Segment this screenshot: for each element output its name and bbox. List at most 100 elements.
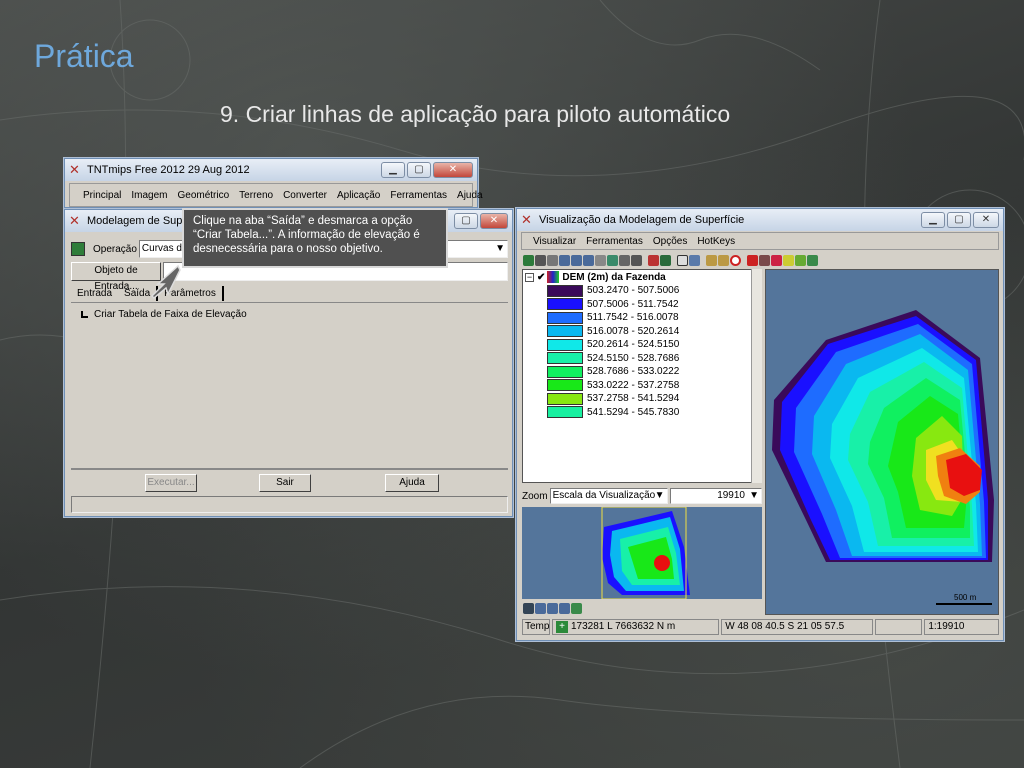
elevation-table-label: Criar Tabela de Faixa de Elevação: [94, 309, 247, 320]
action-bar: Executar... Sair Ajuda: [71, 468, 508, 496]
edit-icon[interactable]: [795, 254, 806, 266]
legend-item: 516.0078 - 520.2614: [547, 325, 761, 339]
image-icon[interactable]: [807, 254, 818, 266]
zoom-box-icon[interactable]: [583, 254, 594, 266]
legend-range-label: 520.2614 - 524.5150: [587, 339, 680, 351]
maximize-button[interactable]: ▢: [407, 162, 431, 178]
grid-icon[interactable]: [595, 254, 606, 266]
zoom-value: 19910: [717, 490, 745, 501]
pointer-icon[interactable]: [771, 254, 782, 266]
legend-swatch[interactable]: [547, 392, 583, 405]
status-mode[interactable]: Temp: [522, 619, 550, 635]
legend-scrollbar[interactable]: [751, 269, 762, 483]
view-app-icon: ✕: [521, 212, 532, 227]
forward-icon[interactable]: [718, 254, 729, 266]
map-view[interactable]: 500 m: [765, 269, 999, 615]
menu-aplicacao[interactable]: Aplicação: [332, 190, 385, 201]
view-minimize-button[interactable]: ▁: [921, 212, 945, 228]
close-button[interactable]: ✕: [433, 162, 473, 178]
tools-icon[interactable]: [619, 254, 630, 266]
legend-swatch[interactable]: [547, 365, 583, 378]
stop-icon[interactable]: [747, 254, 758, 266]
operation-select-value: Curvas d: [141, 243, 182, 254]
view-menu-hotkeys[interactable]: HotKeys: [692, 236, 740, 247]
cancel-icon[interactable]: [730, 254, 741, 266]
locator-toolbar: [523, 601, 583, 615]
view-menu-opcoes[interactable]: Opções: [648, 236, 692, 247]
legend-swatch[interactable]: [547, 311, 583, 324]
magnify-icon[interactable]: [759, 254, 770, 266]
legend-toggle-icon[interactable]: [677, 254, 688, 266]
back-icon[interactable]: [706, 254, 717, 266]
operation-icon: [71, 242, 85, 256]
pencil-icon[interactable]: [783, 254, 794, 266]
zoom-mode-chevron-icon: ▼: [654, 490, 665, 501]
layers-icon[interactable]: [607, 254, 618, 266]
legend-swatch[interactable]: [547, 298, 583, 311]
layer-row[interactable]: − ✔ DEM (2m) da Fazenda: [523, 270, 761, 284]
measure-icon[interactable]: [689, 254, 700, 266]
locator-zoom-icon[interactable]: [535, 602, 546, 614]
operation-label: Operação: [93, 243, 137, 255]
view-maximize-button[interactable]: ▢: [947, 212, 971, 228]
menu-geometrico[interactable]: Geométrico: [172, 190, 234, 201]
legend-swatch[interactable]: [547, 325, 583, 338]
zoom-row: Zoom Escala da Visualização ▼ 19910 ▼: [522, 487, 762, 505]
zoom-out-icon[interactable]: [571, 254, 582, 266]
execute-button[interactable]: Executar...: [145, 474, 197, 492]
menu-converter[interactable]: Converter: [278, 190, 332, 201]
view-menu-visualizar[interactable]: Visualizar: [528, 236, 581, 247]
collapse-icon[interactable]: −: [525, 272, 534, 282]
locator-zoom-out-icon[interactable]: [547, 602, 558, 614]
menu-principal[interactable]: Principal: [78, 190, 126, 201]
menu-ferramentas[interactable]: Ferramentas: [385, 190, 452, 201]
zoom-mode-select[interactable]: Escala da Visualização ▼: [549, 488, 668, 504]
modeling-maximize-button[interactable]: ▢: [454, 213, 478, 229]
scale-bar-label: 500 m: [954, 593, 977, 602]
legend-list: 503.2470 - 507.5006 507.5006 - 511.7542 51…: [523, 284, 761, 419]
menu-imagem[interactable]: Imagem: [126, 190, 172, 201]
tab-entrada[interactable]: Entrada: [71, 286, 118, 301]
legend-swatch[interactable]: [547, 284, 583, 297]
locator-search-icon[interactable]: [559, 602, 570, 614]
legend-swatch[interactable]: [547, 352, 583, 365]
zoom-in-icon[interactable]: [559, 254, 570, 266]
menu-ajuda[interactable]: Ajuda: [452, 190, 488, 201]
locator-view[interactable]: [522, 507, 762, 599]
locator-image-icon[interactable]: [571, 602, 582, 614]
exit-button[interactable]: Sair: [259, 474, 311, 492]
zoom-value-field[interactable]: 19910 ▼: [669, 488, 762, 504]
modeling-close-button[interactable]: ✕: [480, 213, 508, 229]
minimize-button[interactable]: ▁: [381, 162, 405, 178]
pan-icon[interactable]: [547, 254, 558, 266]
view-toolbar: [523, 252, 819, 268]
locator-legend-icon[interactable]: [523, 602, 534, 614]
legend-item: 507.5006 - 511.7542: [547, 298, 761, 312]
layer-visible-checkbox[interactable]: ✔: [537, 272, 545, 283]
fit-icon[interactable]: [535, 254, 546, 266]
legend-swatch[interactable]: [547, 338, 583, 351]
view-menubar: Visualizar Ferramentas Opções HotKeys: [521, 232, 999, 250]
table-icon[interactable]: [660, 254, 671, 266]
main-window: ✕ TNTmips Free 2012 29 Aug 2012 ▁ ▢ ✕ Pr…: [64, 158, 483, 208]
view-window-titlebar[interactable]: ✕ Visualização da Modelagem de Superfíci…: [517, 209, 1003, 231]
checkbox-unchecked-icon[interactable]: [81, 311, 88, 318]
layer-name: DEM (2m) da Fazenda: [562, 271, 666, 283]
view-close-button[interactable]: ✕: [973, 212, 999, 228]
redraw-icon[interactable]: [523, 254, 534, 266]
users-icon[interactable]: [631, 254, 642, 266]
elevation-table-option[interactable]: Criar Tabela de Faixa de Elevação: [81, 309, 247, 320]
help-button[interactable]: Ajuda: [385, 474, 439, 492]
callout-arrow-icon: [150, 264, 181, 300]
main-window-titlebar[interactable]: ✕ TNTmips Free 2012 29 Aug 2012 ▁ ▢ ✕: [65, 159, 477, 181]
view-menu-ferramentas[interactable]: Ferramentas: [581, 236, 648, 247]
legend-swatch[interactable]: [547, 379, 583, 392]
legend-range-label: 507.5006 - 511.7542: [587, 298, 679, 310]
modeling-status-bar: [71, 496, 508, 513]
menu-terreno[interactable]: Terreno: [234, 190, 278, 201]
status-latlon: W 48 08 40.5 S 21 05 57.5: [721, 619, 873, 635]
select-icon[interactable]: [648, 254, 659, 266]
legend-swatch[interactable]: [547, 406, 583, 419]
legend-range-label: 516.0078 - 520.2614: [587, 325, 680, 337]
coordinate-icon[interactable]: +: [556, 621, 568, 633]
